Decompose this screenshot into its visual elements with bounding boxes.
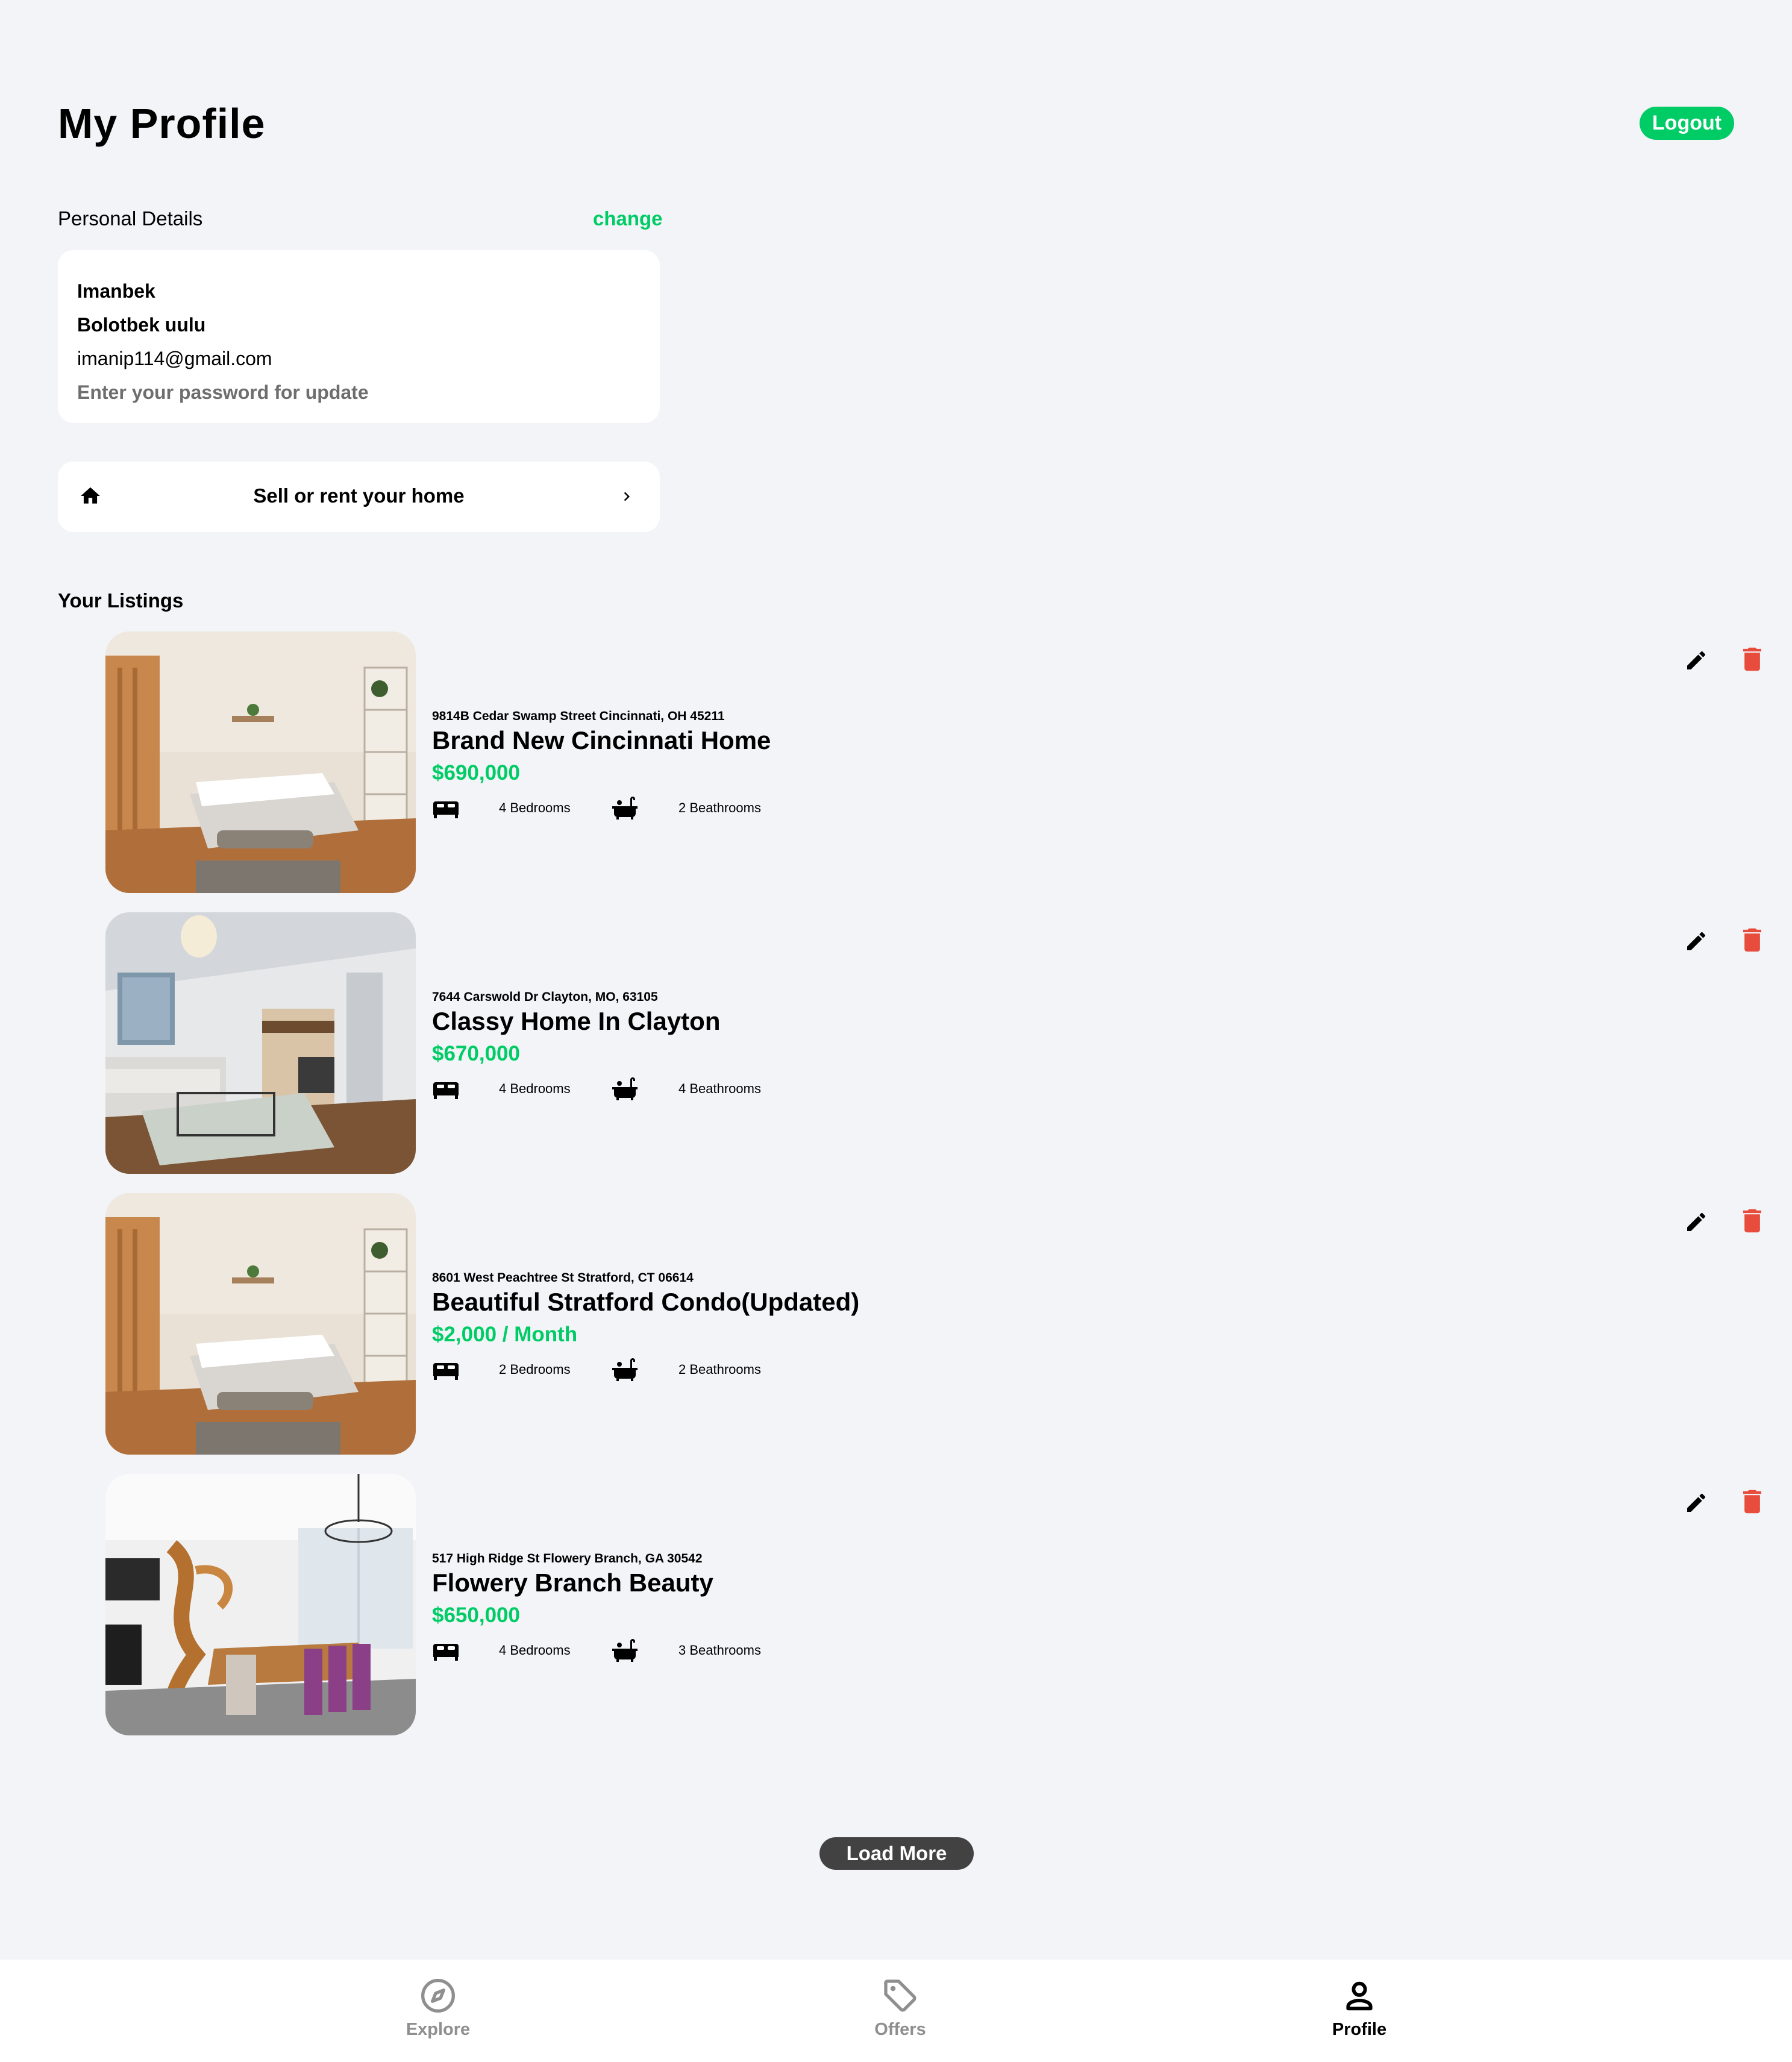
compass-icon [421, 1979, 455, 2013]
listing-photo[interactable] [105, 912, 416, 1174]
sell-or-rent-button[interactable]: Sell or rent your home [58, 462, 660, 532]
listing-bedrooms: 2 Bedrooms [499, 1362, 571, 1377]
listing-card[interactable]: 9814B Cedar Swamp Street Cincinnati, OH … [0, 631, 1792, 894]
first-name-field[interactable]: Imanbek [77, 274, 641, 308]
delete-icon[interactable] [1743, 647, 1761, 671]
edit-icon[interactable] [1684, 648, 1708, 672]
listing-address: 8601 West Peachtree St Stratford, CT 066… [432, 1271, 694, 1285]
delete-icon[interactable] [1743, 928, 1761, 952]
listing-address: 7644 Carswold Dr Clayton, MO, 63105 [432, 990, 658, 1004]
listing-bathrooms: 4 Beathrooms [678, 1081, 761, 1096]
nav-item-profile[interactable]: Profile [1287, 1976, 1432, 2040]
edit-icon[interactable] [1684, 1491, 1708, 1515]
tag-icon [884, 1979, 916, 2012]
listing-price: $650,000 [432, 1603, 520, 1627]
bed-icon [433, 1641, 459, 1661]
personal-details-label: Personal Details [58, 207, 203, 230]
listing-address: 9814B Cedar Swamp Street Cincinnati, OH … [432, 709, 725, 723]
nav-label-offers: Offers [874, 2020, 926, 2039]
edit-icon[interactable] [1684, 1210, 1708, 1234]
edit-icon[interactable] [1684, 929, 1708, 953]
nav-label-profile: Profile [1332, 2020, 1387, 2039]
listing-price: $670,000 [432, 1042, 520, 1065]
listing-bathrooms: 3 Beathrooms [678, 1643, 761, 1658]
listing-price: $690,000 [432, 761, 520, 785]
listing-name[interactable]: Classy Home In Clayton [432, 1007, 720, 1036]
listing-card[interactable]: 8601 West Peachtree St Stratford, CT 066… [0, 1193, 1792, 1456]
listing-name[interactable]: Flowery Branch Beauty [432, 1568, 713, 1597]
logout-button[interactable]: Logout [1640, 107, 1734, 140]
nav-label-explore: Explore [406, 2020, 471, 2039]
listing-address: 517 High Ridge St Flowery Branch, GA 305… [432, 1552, 703, 1565]
person-icon [1346, 1981, 1373, 2011]
bathtub-icon [612, 1076, 638, 1100]
bed-icon [433, 1361, 459, 1380]
bathtub-icon [612, 1638, 638, 1662]
email-field[interactable]: imanip114@gmail.com [77, 342, 641, 375]
listing-bathrooms: 2 Beathrooms [678, 1362, 761, 1377]
listing-photo[interactable] [105, 1474, 416, 1735]
delete-icon[interactable] [1743, 1209, 1761, 1233]
bottom-nav: Explore Offers Profile [0, 1960, 1792, 2062]
listing-card[interactable]: 517 High Ridge St Flowery Branch, GA 305… [0, 1474, 1792, 1737]
bathtub-icon [612, 795, 638, 819]
last-name-field[interactable]: Bolotbek uulu [77, 308, 641, 342]
listing-bathrooms: 2 Beathrooms [678, 800, 761, 815]
listing-photo[interactable] [105, 1193, 416, 1455]
nav-item-offers[interactable]: Offers [828, 1976, 973, 2040]
page-title: My Profile [58, 100, 266, 147]
listing-name[interactable]: Beautiful Stratford Condo(Updated) [432, 1288, 859, 1317]
personal-details-card: Imanbek Bolotbek uulu imanip114@gmail.co… [58, 250, 660, 423]
listing-bedrooms: 4 Bedrooms [499, 1081, 571, 1096]
nav-item-explore[interactable]: Explore [366, 1976, 510, 2040]
bathtub-icon [612, 1357, 638, 1381]
listing-bedrooms: 4 Bedrooms [499, 1643, 571, 1658]
password-field[interactable]: Enter your password for update [77, 375, 641, 409]
listing-price: $2,000 / Month [432, 1323, 578, 1346]
bed-icon [433, 799, 459, 818]
listing-card[interactable]: 7644 Carswold Dr Clayton, MO, 63105 Clas… [0, 912, 1792, 1175]
load-more-button[interactable]: Load More [819, 1837, 974, 1870]
bed-icon [433, 1080, 459, 1099]
delete-icon[interactable] [1743, 1490, 1761, 1514]
listing-bedrooms: 4 Bedrooms [499, 800, 571, 815]
chevron-right-icon [618, 486, 636, 507]
sell-or-rent-label: Sell or rent your home [253, 484, 465, 507]
listing-photo[interactable] [105, 631, 416, 893]
change-details-link[interactable]: change [593, 207, 663, 230]
listing-name[interactable]: Brand New Cincinnati Home [432, 726, 771, 755]
your-listings-title: Your Listings [58, 589, 184, 612]
